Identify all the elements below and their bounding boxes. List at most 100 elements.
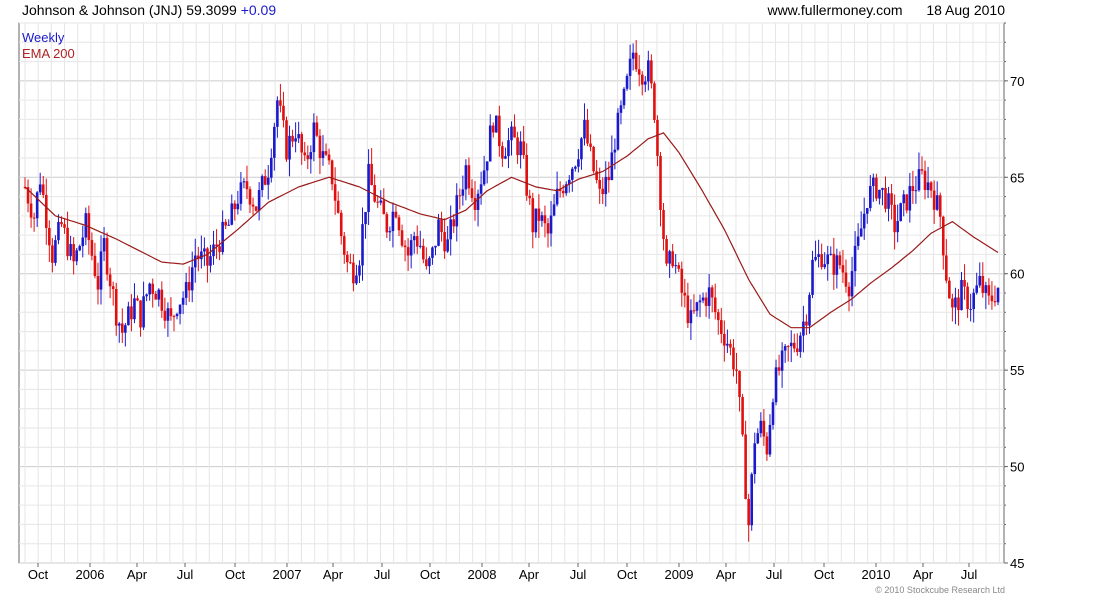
candle-body bbox=[476, 193, 480, 210]
candle-body bbox=[780, 350, 784, 371]
candle-body bbox=[333, 184, 337, 201]
candle-body bbox=[288, 135, 291, 160]
candle-body bbox=[972, 292, 975, 310]
candle-body bbox=[482, 170, 486, 185]
candle-body bbox=[926, 182, 930, 191]
candle-body bbox=[111, 286, 115, 290]
candle-body bbox=[157, 289, 161, 300]
candle-body bbox=[604, 176, 608, 195]
candle-body bbox=[908, 186, 912, 211]
candle-body bbox=[108, 274, 112, 287]
x-tick-label: Oct bbox=[814, 567, 835, 582]
x-tick-label: Apr bbox=[913, 567, 934, 582]
candle-body bbox=[412, 236, 416, 241]
candle-body bbox=[385, 214, 389, 233]
candle-body bbox=[634, 52, 638, 70]
x-tick-label: Oct bbox=[617, 567, 638, 582]
candle-body bbox=[683, 292, 687, 296]
x-tick-label: Jul bbox=[374, 567, 391, 582]
candle-body bbox=[29, 203, 33, 218]
candle-body bbox=[285, 120, 288, 160]
candle-body bbox=[829, 253, 833, 255]
candle-body bbox=[160, 289, 164, 311]
candle-body bbox=[814, 256, 817, 260]
candle-body bbox=[455, 195, 459, 227]
candle-body bbox=[771, 402, 775, 425]
candle-body bbox=[327, 154, 331, 161]
candle-body bbox=[148, 283, 151, 295]
candle-body bbox=[628, 58, 632, 76]
candle-body bbox=[513, 126, 516, 138]
candle-body bbox=[932, 190, 936, 210]
candle-body bbox=[236, 203, 240, 210]
candle-body bbox=[361, 224, 364, 266]
candle-body bbox=[920, 169, 924, 171]
candle-body bbox=[656, 119, 659, 156]
candle-body bbox=[701, 297, 705, 301]
candle-body bbox=[367, 163, 370, 212]
candle-body bbox=[78, 246, 82, 251]
candle-body bbox=[865, 208, 869, 214]
candle-body bbox=[279, 100, 282, 106]
candle-body bbox=[446, 239, 449, 252]
candle-body bbox=[710, 287, 714, 298]
candle-body bbox=[32, 217, 36, 219]
candle-body bbox=[841, 265, 845, 273]
candle-body bbox=[978, 275, 982, 286]
candle-body bbox=[224, 221, 227, 226]
candle-body bbox=[193, 255, 197, 268]
candle-body bbox=[376, 201, 380, 203]
candle-body bbox=[531, 198, 535, 233]
candle-body bbox=[370, 163, 373, 186]
candle-body bbox=[580, 138, 583, 160]
candle-body bbox=[117, 323, 121, 326]
candle-body bbox=[647, 60, 650, 82]
candle-body bbox=[598, 180, 601, 189]
candle-body bbox=[458, 195, 462, 197]
candle-body bbox=[431, 247, 434, 258]
candle-body bbox=[41, 184, 45, 195]
candle-body bbox=[543, 215, 547, 224]
candle-body bbox=[406, 247, 410, 256]
candle-body bbox=[561, 190, 565, 194]
candle-body bbox=[741, 397, 744, 435]
candle-body bbox=[571, 168, 574, 180]
candle-body bbox=[324, 151, 328, 155]
candle-body bbox=[826, 254, 830, 265]
candle-body bbox=[130, 306, 133, 320]
candle-body bbox=[738, 370, 741, 398]
candle-body bbox=[899, 203, 902, 222]
candle-body bbox=[938, 195, 942, 217]
candle-body bbox=[823, 264, 826, 268]
candle-body bbox=[355, 275, 358, 284]
candle-body bbox=[121, 323, 124, 333]
y-tick-label: 65 bbox=[1010, 170, 1024, 185]
candle-body bbox=[425, 259, 428, 267]
candle-body bbox=[768, 424, 772, 455]
candle-body bbox=[613, 149, 617, 153]
candle-body bbox=[504, 156, 507, 159]
legend: Weekly EMA 200 bbox=[22, 30, 75, 62]
candle-body bbox=[230, 203, 234, 225]
price-chart: 455055606570 Oct 2006 Apr Jul Oct 2007 Apr Jul O… bbox=[18, 22, 1024, 582]
candle-body bbox=[586, 119, 589, 144]
x-tick-label: Apr bbox=[519, 567, 540, 582]
candle-body bbox=[239, 182, 243, 204]
candle-body bbox=[577, 159, 580, 167]
candle-body bbox=[221, 221, 224, 253]
candle-body bbox=[269, 157, 273, 178]
candle-body bbox=[452, 219, 456, 227]
candle-body bbox=[358, 265, 361, 276]
candle-body bbox=[643, 81, 647, 85]
candle-body bbox=[911, 186, 915, 191]
candle-body bbox=[336, 200, 340, 213]
candle-body bbox=[440, 219, 443, 233]
candle-body bbox=[114, 289, 118, 326]
candle-body bbox=[984, 285, 988, 293]
candle-body bbox=[574, 166, 577, 169]
candle-body bbox=[102, 238, 106, 252]
candle-body bbox=[294, 138, 297, 142]
candle-body bbox=[403, 245, 407, 248]
candle-body bbox=[254, 206, 258, 211]
candle-body bbox=[884, 188, 887, 209]
